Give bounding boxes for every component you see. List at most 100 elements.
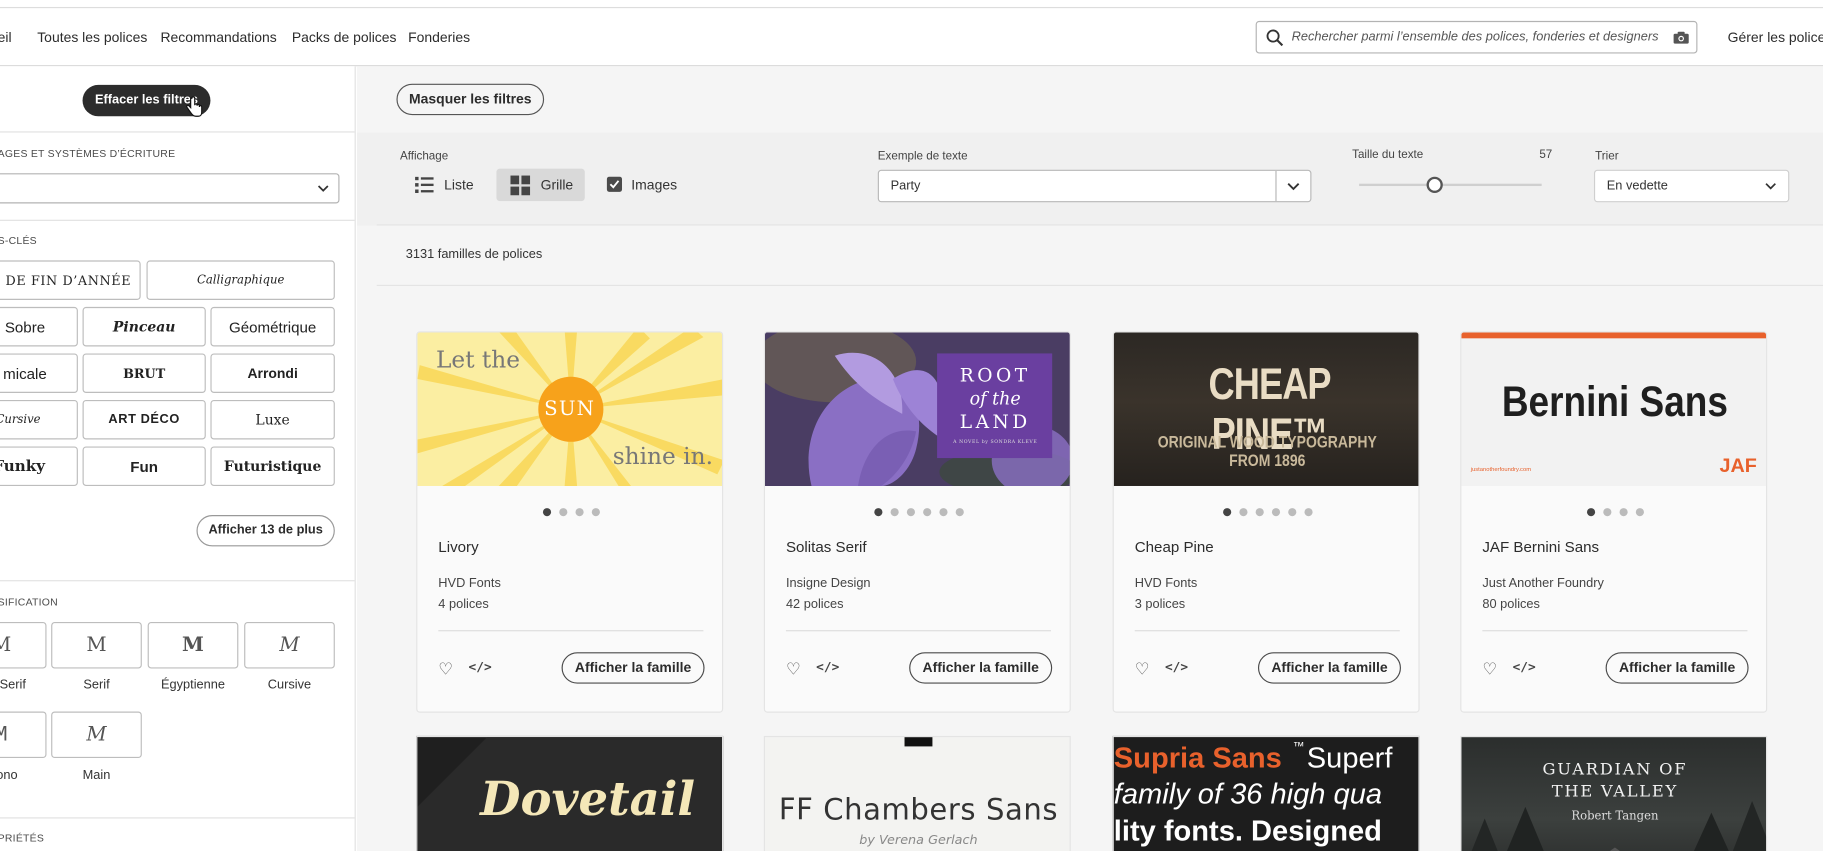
font-card-livory[interactable]: Let the SUN shine in. Livory HVD Fonts 4… (416, 331, 724, 713)
manage-fonts-link[interactable]: Gérer les polices (1728, 29, 1823, 45)
nav-foundries[interactable]: Fonderies (408, 29, 470, 45)
font-count: 80 polices (1482, 597, 1540, 612)
images-checkbox[interactable] (606, 176, 623, 192)
tag-geometric[interactable]: Géométrique (210, 306, 335, 347)
preview-text: ORIGINAL WOOD TYPOGRAPHY FROM 1896 (1157, 432, 1377, 470)
font-preview-image[interactable]: ROOT of the LAND A NOVEL by SONDRA KLEVE (765, 332, 1070, 486)
font-card-ff-chambers-sans[interactable]: FF Chambers Sans by Verena Gerlach (763, 735, 1071, 851)
view-family-button[interactable]: Afficher la famille (1257, 652, 1401, 684)
foundry-name[interactable]: HVD Fonts (1135, 577, 1198, 591)
classification-label: Égyptienne (160, 677, 225, 692)
preview-text: JAF (1719, 454, 1757, 477)
tag-brush[interactable]: Pinceau (82, 306, 206, 347)
tag-luxe[interactable]: Luxe (210, 399, 335, 440)
font-card-jaf-bernini-sans[interactable]: Bernini Sans justanotherfoundry.com JAF … (1460, 331, 1768, 713)
classification-section-label: SIFICATION (0, 596, 58, 609)
sample-text-value: Party (890, 179, 921, 193)
font-card-cheap-pine[interactable]: CHEAP PINE™ ORIGINAL WOOD TYPOGRAPHY FRO… (1112, 331, 1420, 713)
show-more-tags-button[interactable]: Afficher 13 de plus (196, 515, 335, 547)
nav-recommendations[interactable]: Recommandations (160, 29, 276, 45)
preview-text: family of 36 high qua (1113, 777, 1383, 811)
chevron-down-icon[interactable] (1287, 183, 1300, 191)
classification-label: Main (82, 768, 111, 783)
language-select[interactable] (0, 173, 340, 204)
tag-cursive[interactable]: Cursive (0, 399, 78, 440)
code-icon[interactable]: </> (469, 659, 492, 674)
view-family-button[interactable]: Afficher la famille (1605, 652, 1749, 684)
carousel-dots[interactable] (765, 508, 1070, 517)
carousel-dots[interactable] (417, 508, 722, 517)
font-family-name[interactable]: Livory (438, 538, 478, 555)
text-size-slider-handle[interactable] (1426, 176, 1443, 193)
heart-icon[interactable]: ♡ (1135, 659, 1150, 679)
tag-art-deco[interactable]: ART DÉCO (82, 399, 206, 440)
classification-script[interactable]: M (244, 622, 335, 669)
font-family-name[interactable]: JAF Bernini Sans (1482, 538, 1599, 555)
top-nav: eil Toutes les polices Recommandations P… (0, 6, 1823, 67)
font-card-guardian-of-the-valley[interactable]: GUARDIAN OF THE VALLEY Robert Tangen (1460, 735, 1768, 851)
nav-home[interactable]: eil (0, 29, 12, 45)
tag-rounded[interactable]: Arrondi (210, 353, 335, 393)
font-family-name[interactable]: Solitas Serif (786, 538, 867, 555)
foundry-name[interactable]: Just Another Foundry (1482, 577, 1604, 591)
tag-raw[interactable]: BRUT (82, 353, 206, 393)
tag-sober[interactable]: Sobre (0, 306, 78, 347)
tag-futuristic[interactable]: Futuristique (210, 446, 335, 486)
preview-text: Robert Tangen (1571, 810, 1659, 824)
chevron-down-icon (1765, 183, 1776, 190)
sample-text-input[interactable]: Party (877, 169, 1312, 203)
display-label: Affichage (399, 149, 449, 163)
view-family-button[interactable]: Afficher la famille (909, 652, 1053, 684)
tag-funky[interactable]: Funky (0, 446, 78, 486)
tag-calligraphic[interactable]: Calligraphique (146, 260, 335, 300)
code-icon[interactable]: </> (816, 659, 839, 674)
preview-text: Let the (435, 345, 521, 374)
tag-friendly[interactable]: micale (0, 353, 78, 393)
preview-text: ROOT (959, 363, 1031, 386)
list-view-label: Liste (444, 176, 474, 193)
tag-fun[interactable]: Fun (82, 446, 206, 486)
preview-text: justanotherfoundry.com (1470, 466, 1532, 474)
classification-sans-serif[interactable]: M (0, 622, 47, 669)
sort-select[interactable]: En vedette (1593, 169, 1790, 203)
foundry-name[interactable]: HVD Fonts (438, 577, 501, 591)
heart-icon[interactable]: ♡ (1482, 659, 1497, 679)
search-input[interactable]: Rechercher parmi l’ensemble des polices,… (1255, 20, 1698, 54)
classification-hand[interactable]: M (51, 711, 142, 759)
code-icon[interactable]: </> (1165, 659, 1188, 674)
nav-font-packs[interactable]: Packs de polices (292, 29, 397, 45)
heart-icon[interactable]: ♡ (786, 659, 801, 679)
preview-text: LAND (959, 410, 1031, 433)
classification-serif[interactable]: M (51, 622, 142, 669)
foundry-name[interactable]: Insigne Design (786, 577, 871, 591)
code-icon[interactable]: </> (1513, 659, 1536, 674)
preview-text: of the (969, 388, 1021, 410)
font-preview-image[interactable]: Let the SUN shine in. (417, 332, 722, 486)
font-card-dovetail[interactable]: Dovetail (416, 735, 724, 851)
heart-icon[interactable]: ♡ (438, 659, 453, 679)
preview-text: Supria Sans (1113, 741, 1282, 775)
text-size-slider-track[interactable] (1359, 183, 1542, 187)
carousel-dots[interactable] (1114, 508, 1419, 517)
grid-view-button[interactable]: Grille (496, 168, 585, 202)
font-preview-image[interactable]: Bernini Sans justanotherfoundry.com JAF (1461, 332, 1767, 486)
font-count: 4 polices (438, 597, 489, 612)
tag-holidays[interactable]: ES DE FIN D’ANNÉE (0, 260, 141, 300)
nav-all-fonts[interactable]: Toutes les polices (37, 29, 147, 45)
carousel-dots[interactable] (1461, 508, 1766, 517)
hide-filters-button[interactable]: Masquer les filtres (396, 83, 545, 116)
main-content: Masquer les filtres Affichage Liste Gril… (356, 66, 1823, 851)
font-card-supria-sans[interactable]: Supria Sans ™ Superf family of 36 high q… (1112, 735, 1420, 851)
camera-icon[interactable] (1673, 31, 1689, 44)
languages-section-label: AGES ET SYSTÈMES D’ÉCRITURE (0, 147, 176, 160)
view-family-button[interactable]: Afficher la famille (561, 652, 705, 684)
font-preview-image[interactable]: CHEAP PINE™ ORIGINAL WOOD TYPOGRAPHY FRO… (1113, 332, 1419, 486)
font-card-solitas-serif[interactable]: ROOT of the LAND A NOVEL by SONDRA KLEVE… (763, 331, 1071, 713)
font-count: 3 polices (1134, 597, 1186, 612)
font-family-name[interactable]: Cheap Pine (1135, 538, 1214, 555)
list-view-button[interactable]: Liste (408, 169, 480, 202)
classification-slab[interactable]: M (147, 622, 239, 669)
preview-text: Dovetail (480, 771, 696, 827)
classification-mono[interactable]: M (0, 711, 47, 759)
preview-text: THE VALLEY (1551, 782, 1678, 802)
